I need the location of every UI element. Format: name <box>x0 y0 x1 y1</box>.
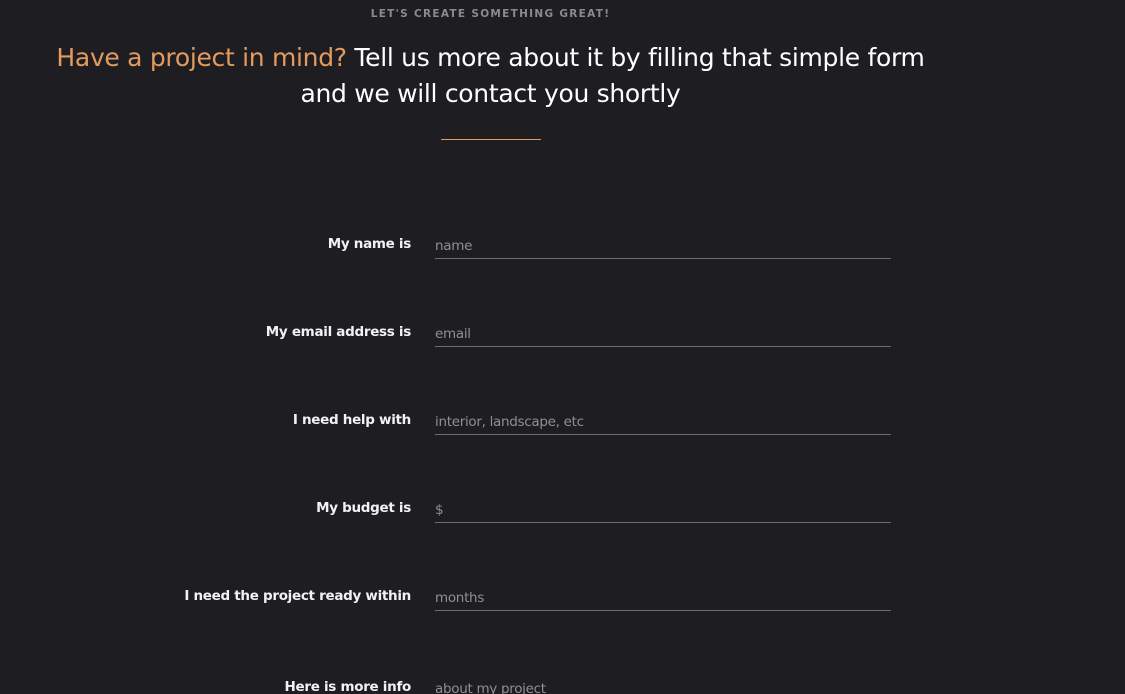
headline-divider <box>441 139 541 140</box>
headline-accent: Have a project in mind? <box>56 43 347 72</box>
timeline-label: I need the project ready within <box>184 588 411 604</box>
form-row-name: My name is <box>0 233 1125 275</box>
timeline-input[interactable] <box>435 585 891 611</box>
email-label: My email address is <box>265 324 412 340</box>
info-label: Here is more info <box>284 679 412 694</box>
section-eyebrow: LET'S CREATE SOMETHING GREAT! <box>370 8 611 20</box>
headline-text: Tell us more about it by filling that si… <box>300 43 925 108</box>
name-label: My name is <box>327 236 412 252</box>
email-input[interactable] <box>435 321 891 347</box>
budget-input[interactable] <box>435 497 891 523</box>
help-input[interactable] <box>435 409 891 435</box>
form-row-email: My email address is <box>0 321 1125 363</box>
info-input[interactable] <box>435 676 891 694</box>
form-row-timeline: I need the project ready within <box>0 585 1125 627</box>
name-input[interactable] <box>435 233 891 259</box>
budget-label: My budget is <box>316 500 411 516</box>
page-headline: Have a project in mind? Tell us more abo… <box>40 40 941 112</box>
form-row-budget: My budget is <box>0 497 1125 539</box>
form-row-help: I need help with <box>0 409 1125 451</box>
help-label: I need help with <box>292 412 411 428</box>
form-row-info: Here is more info <box>0 676 1125 694</box>
